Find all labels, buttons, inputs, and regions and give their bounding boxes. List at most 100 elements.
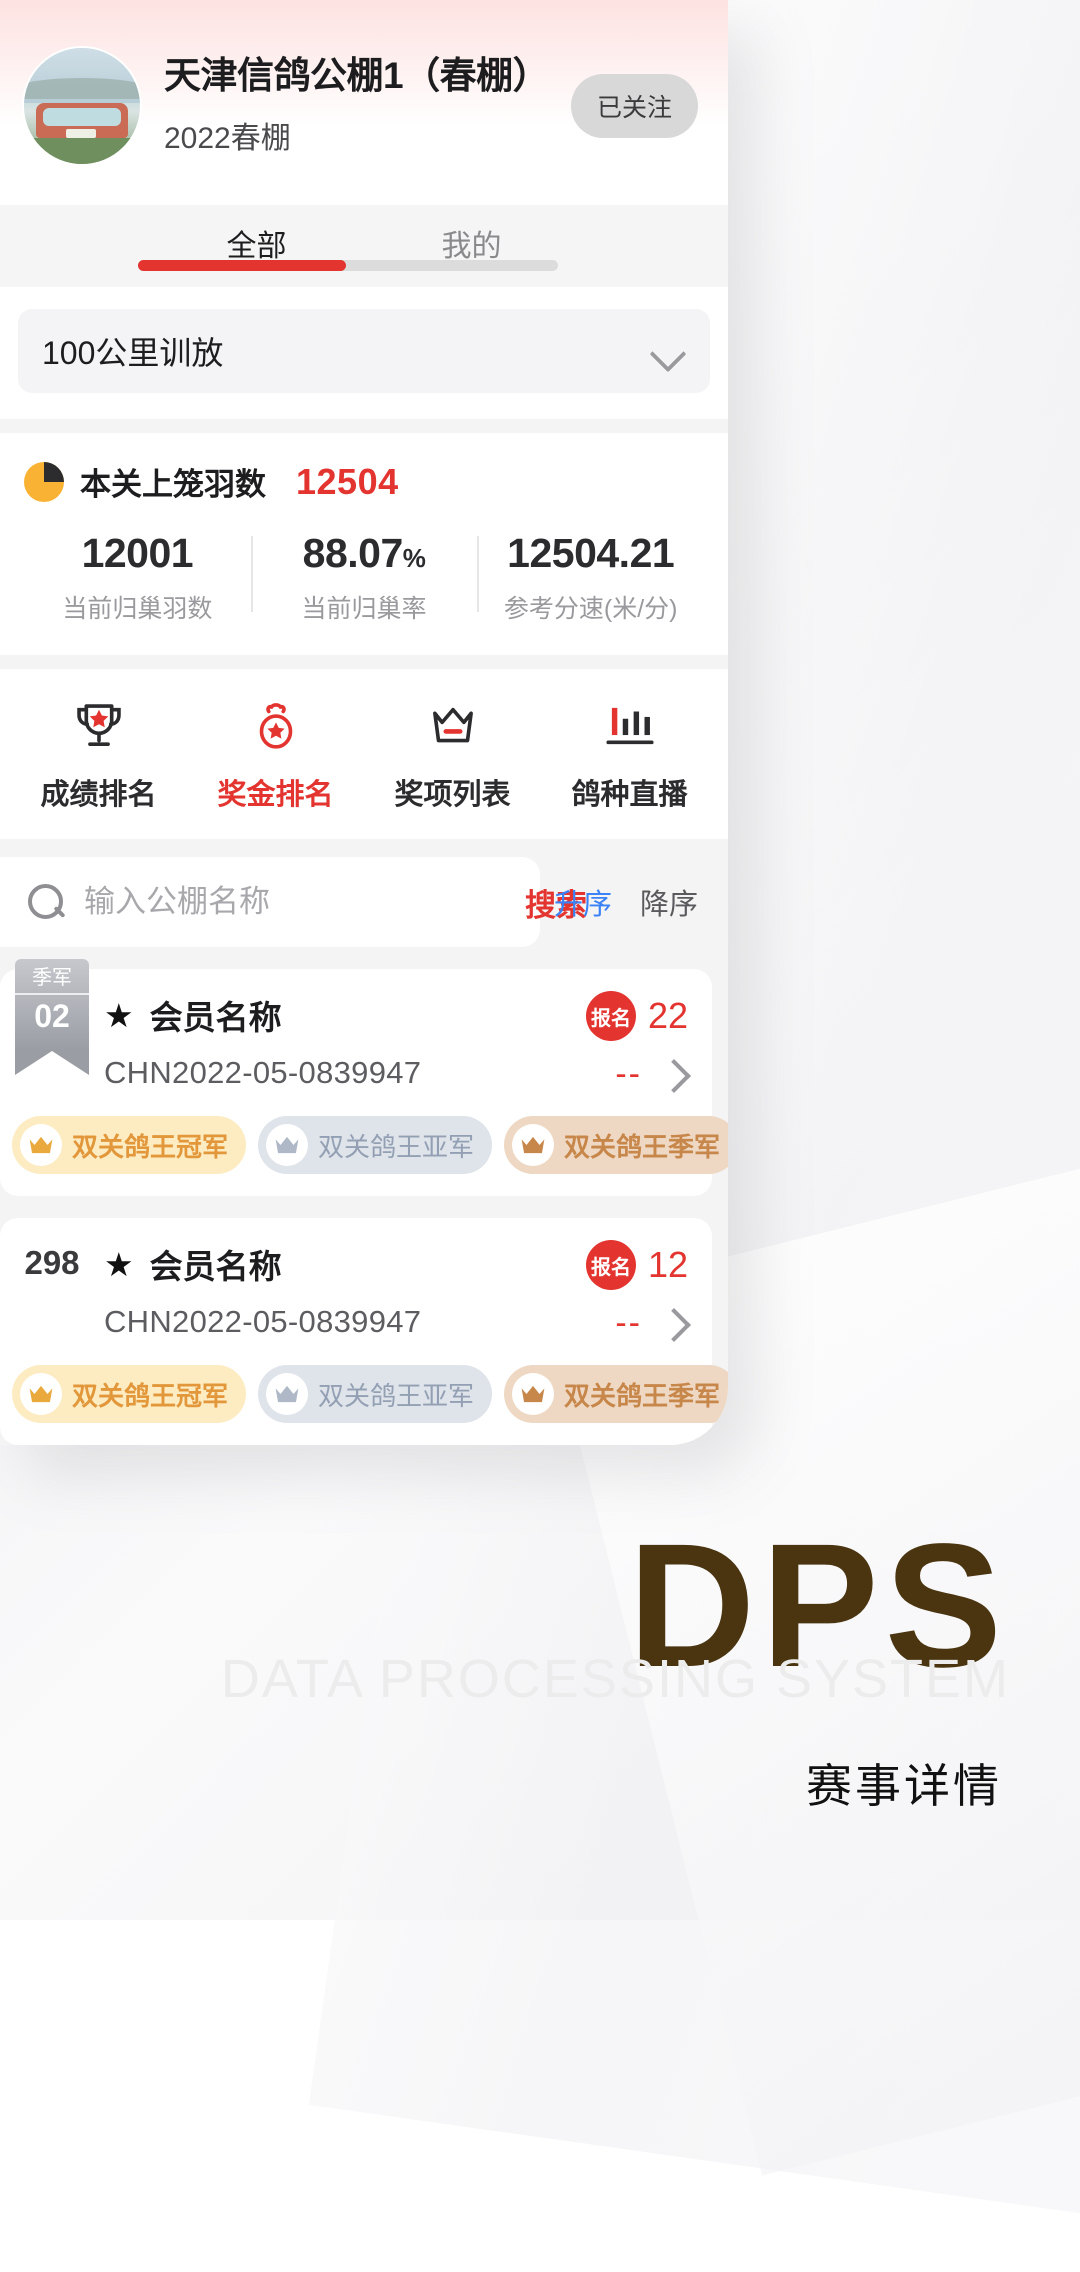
- stat-reference-speed: 12504.21 参考分速(米/分): [477, 530, 704, 625]
- crown-icon: [20, 1373, 62, 1415]
- stat-unit: %: [402, 543, 426, 573]
- signup-count: 22: [647, 995, 688, 1036]
- stats-row: 12001 当前归巢羽数 88.07% 当前归巢率 12504.21 参考分速(…: [24, 530, 704, 625]
- nav-label: 奖项列表: [394, 779, 511, 811]
- status-badge: 报名: [585, 991, 636, 1041]
- award-tag-row: 双关鸽王冠军 双关鸽王亚军 双关鸽王季军: [0, 1365, 728, 1423]
- award-tag-third[interactable]: 双关鸽王季军: [504, 1116, 728, 1174]
- nav-item-breed-live[interactable]: 鸽种直播: [541, 697, 718, 813]
- rank-ribbon-title: 季军: [32, 967, 72, 989]
- page-title: 天津信鸽公棚1（春棚）: [164, 55, 550, 97]
- score-line: --: [586, 1304, 688, 1343]
- score-line: --: [586, 1055, 688, 1094]
- award-tag-label: 双关鸽王亚军: [318, 1380, 475, 1411]
- award-tag-label: 双关鸽王冠军: [72, 1380, 229, 1411]
- rank-ribbon-badge: 季军 02: [15, 959, 89, 1076]
- page-caption: 赛事详情: [806, 1760, 1002, 1812]
- status-badge: 报名: [585, 1240, 636, 1290]
- follow-button[interactable]: 已关注: [570, 73, 698, 138]
- stats-card: 本关上笼羽数 12504 12001 当前归巢羽数 88.07% 当前归巢率 1…: [0, 433, 728, 655]
- award-tag-row: 双关鸽王冠军 双关鸽王亚军 双关鸽王季军: [0, 1116, 728, 1174]
- table-row[interactable]: 季军 02 ★ 会员名称 CHN2022-05-0839947 报名 22 --: [0, 959, 728, 1196]
- stats-headline: 本关上笼羽数 12504: [24, 459, 704, 504]
- member-name: 会员名称: [149, 1248, 282, 1285]
- award-tag-label: 双关鸽王亚军: [318, 1131, 475, 1162]
- table-row[interactable]: 298 ★ 会员名称 CHN2022-05-0839947 报名 12 -- 双…: [0, 1218, 728, 1445]
- search-input[interactable]: [66, 884, 483, 920]
- crown-icon: [266, 1124, 309, 1166]
- brand-block: DPS DATA PROCESSING SYSTEM 赛事详情: [0, 1440, 1080, 1920]
- award-tag-runner-up[interactable]: 双关鸽王亚军: [258, 1365, 493, 1423]
- nav-label: 奖金排名: [217, 779, 334, 811]
- stat-caption: 当前归巢羽数: [62, 595, 213, 623]
- result-row-main: 季军 02 ★ 会员名称 CHN2022-05-0839947 报名 22 --: [0, 959, 688, 1094]
- sort-descending-button[interactable]: 降序: [626, 881, 712, 923]
- award-tag-champion[interactable]: 双关鸽王冠军: [12, 1365, 247, 1423]
- race-select-value: 100公里训放: [42, 335, 224, 371]
- result-row-right: 报名 22 --: [576, 991, 688, 1094]
- crown-icon: [512, 1124, 555, 1166]
- tab-indicator-thumb: [138, 260, 346, 271]
- nav-label: 成绩排名: [40, 779, 157, 811]
- score-value: --: [615, 1304, 642, 1342]
- tab-mine[interactable]: 我的: [364, 215, 579, 265]
- star-icon: ★: [104, 996, 134, 1034]
- ring-number: CHN2022-05-0839947: [104, 1304, 422, 1339]
- rank-ribbon-number: 02: [15, 993, 89, 1035]
- result-row-main: 298 ★ 会员名称 CHN2022-05-0839947 报名 12 --: [0, 1240, 688, 1343]
- pie-chart-icon: [24, 461, 64, 502]
- award-tag-label: 双关鸽王冠军: [72, 1131, 229, 1162]
- rank-column: 季军 02: [0, 959, 104, 1076]
- money-bag-icon: [259, 703, 292, 749]
- rank-column: 298: [0, 1240, 104, 1282]
- signup-line: 报名 12: [585, 1240, 688, 1290]
- stat-value: 12001: [81, 530, 194, 576]
- tab-indicator-track[interactable]: [138, 260, 558, 271]
- stat-value: 88.07: [302, 530, 404, 576]
- signup-count: 12: [647, 1244, 688, 1285]
- nav-item-score-ranking[interactable]: 成绩排名: [10, 697, 187, 813]
- loft-season-label: 2022春棚: [164, 121, 291, 155]
- loft-header-text: 天津信鸽公棚1（春棚） 2022春棚: [164, 54, 550, 156]
- signup-line: 报名 22: [585, 991, 688, 1041]
- chevron-down-icon: [652, 335, 684, 367]
- crown-icon: [266, 1373, 309, 1415]
- award-tag-champion[interactable]: 双关鸽王冠军: [12, 1116, 247, 1174]
- star-icon: ★: [104, 1245, 134, 1283]
- award-tag-label: 双关鸽王季军: [564, 1380, 721, 1411]
- race-select-card: 100公里训放: [0, 287, 728, 419]
- stat-returned-count: 12001 当前归巢羽数: [24, 530, 251, 625]
- stat-caption: 当前归巢率: [301, 595, 427, 623]
- member-line: ★ 会员名称: [104, 1240, 576, 1288]
- bar-chart-icon: [605, 707, 654, 745]
- nav-label: 鸽种直播: [571, 779, 688, 811]
- chevron-right-icon[interactable]: [662, 1062, 688, 1088]
- ring-number: CHN2022-05-0839947: [104, 1055, 422, 1090]
- search-box[interactable]: 搜索: [0, 857, 587, 947]
- tab-all[interactable]: 全部: [149, 215, 364, 265]
- race-select[interactable]: 100公里训放: [18, 309, 710, 393]
- search-icon: [26, 882, 66, 922]
- chevron-right-icon[interactable]: [662, 1311, 688, 1337]
- member-name: 会员名称: [149, 999, 282, 1036]
- award-tag-third[interactable]: 双关鸽王季军: [504, 1365, 728, 1423]
- crown-icon: [512, 1373, 555, 1415]
- loft-header-card: 天津信鸽公棚1（春棚） 2022春棚 已关注: [0, 0, 728, 205]
- result-row-body: ★ 会员名称 CHN2022-05-0839947: [104, 991, 576, 1091]
- crown-icon: [432, 707, 473, 743]
- sort-ascending-button[interactable]: 升序: [540, 881, 626, 923]
- phone-screen: 天津信鸽公棚1（春棚） 2022春棚 已关注 全部 我的 100公里训放 本关上…: [0, 0, 728, 1445]
- rank-number: 298: [24, 1244, 80, 1281]
- score-value: --: [615, 1055, 642, 1093]
- stat-return-rate: 88.07% 当前归巢率: [250, 530, 478, 625]
- member-line: ★ 会员名称: [104, 991, 576, 1039]
- avatar[interactable]: [22, 45, 142, 166]
- result-row-right: 报名 12 --: [576, 1240, 688, 1343]
- result-row-body: ★ 会员名称 CHN2022-05-0839947: [104, 1240, 576, 1340]
- nav-item-award-list[interactable]: 奖项列表: [364, 697, 541, 813]
- award-tag-label: 双关鸽王季军: [564, 1131, 721, 1162]
- stat-caption: 参考分速(米/分): [503, 595, 678, 623]
- award-tag-runner-up[interactable]: 双关鸽王亚军: [258, 1116, 493, 1174]
- crown-icon: [20, 1124, 62, 1166]
- nav-item-prize-ranking[interactable]: 奖金排名: [187, 697, 364, 813]
